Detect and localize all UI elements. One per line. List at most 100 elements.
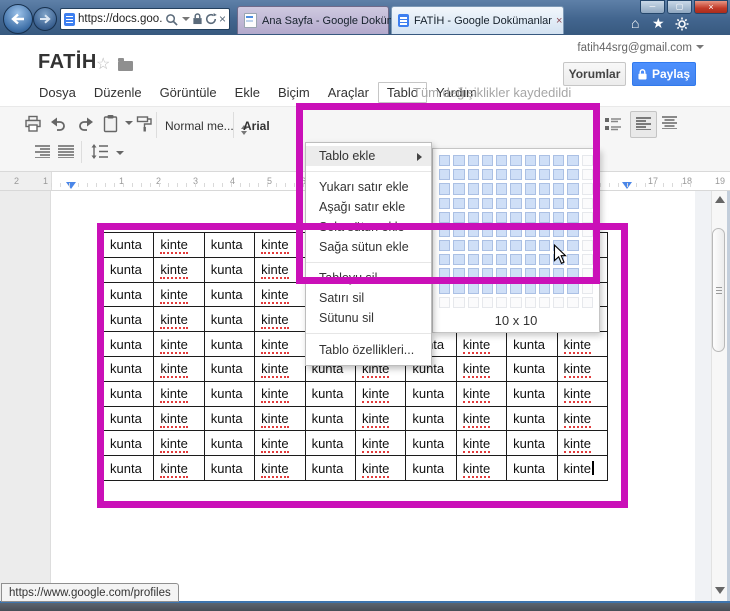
font-selector[interactable]: Arial bbox=[243, 119, 270, 133]
table-cell[interactable]: kinte bbox=[154, 233, 204, 258]
redo-icon[interactable] bbox=[76, 116, 94, 132]
table-cell[interactable]: kinte bbox=[255, 356, 305, 381]
table-cell[interactable]: kinte bbox=[154, 356, 204, 381]
table-cell[interactable]: kunta bbox=[406, 381, 456, 406]
grid-cell[interactable] bbox=[525, 155, 536, 166]
table-cell[interactable]: kinte bbox=[456, 381, 506, 406]
grid-cell[interactable] bbox=[482, 169, 493, 180]
grid-cell[interactable] bbox=[453, 268, 464, 279]
grid-cell[interactable] bbox=[567, 169, 578, 180]
grid-cell[interactable] bbox=[453, 198, 464, 209]
table-cell[interactable]: kunta bbox=[204, 257, 254, 282]
grid-cell[interactable] bbox=[553, 283, 564, 294]
align-center-icon[interactable] bbox=[662, 116, 677, 129]
grid-cell[interactable] bbox=[525, 226, 536, 237]
grid-cell[interactable] bbox=[582, 240, 593, 251]
grid-cell[interactable] bbox=[468, 183, 479, 194]
table-cell[interactable]: kinte bbox=[355, 431, 405, 456]
grid-cell[interactable] bbox=[539, 297, 550, 308]
table-cell[interactable]: kunta bbox=[305, 406, 355, 431]
table-cell[interactable]: kunta bbox=[507, 431, 557, 456]
list-icon[interactable] bbox=[604, 117, 622, 131]
scrollbar-thumb[interactable] bbox=[712, 228, 725, 352]
grid-cell[interactable] bbox=[525, 268, 536, 279]
table-cell[interactable]: kinte bbox=[255, 233, 305, 258]
table-cell[interactable]: kinte bbox=[557, 431, 607, 456]
grid-cell[interactable] bbox=[553, 297, 564, 308]
grid-cell[interactable] bbox=[582, 297, 593, 308]
table-cell[interactable]: kinte bbox=[456, 431, 506, 456]
grid-cell[interactable] bbox=[496, 169, 507, 180]
grid-cell[interactable] bbox=[482, 183, 493, 194]
grid-cell[interactable] bbox=[482, 254, 493, 265]
table-cell[interactable]: kunta bbox=[204, 282, 254, 307]
menu-görüntüle[interactable]: Görüntüle bbox=[151, 82, 226, 103]
table-cell[interactable]: kunta bbox=[104, 282, 154, 307]
grid-cell[interactable] bbox=[553, 212, 564, 223]
grid-cell[interactable] bbox=[525, 297, 536, 308]
grid-cell[interactable] bbox=[567, 212, 578, 223]
grid-cell[interactable] bbox=[510, 283, 521, 294]
grid-cell[interactable] bbox=[553, 226, 564, 237]
table-cell[interactable]: kinte bbox=[154, 431, 204, 456]
grid-cell[interactable] bbox=[567, 254, 578, 265]
grid-cell[interactable] bbox=[510, 226, 521, 237]
paste-dropdown-icon[interactable] bbox=[125, 121, 133, 125]
table-cell[interactable]: kunta bbox=[104, 332, 154, 357]
table-cell[interactable]: kinte bbox=[557, 406, 607, 431]
table-menu-item[interactable]: Sola sütun ekle bbox=[306, 217, 431, 237]
stop-icon[interactable]: × bbox=[219, 12, 226, 26]
table-cell[interactable]: kinte bbox=[557, 332, 607, 357]
tab-ana-sayfa[interactable]: Ana Sayfa - Google Dokümanlar bbox=[237, 6, 389, 34]
grid-cell[interactable] bbox=[539, 183, 550, 194]
window-minimize-button[interactable]: ─ bbox=[640, 0, 665, 14]
table-menu-item[interactable]: Tabloyu sil bbox=[306, 268, 431, 288]
table-cell[interactable]: kinte bbox=[154, 307, 204, 332]
table-cell[interactable]: kunta bbox=[204, 233, 254, 258]
grid-cell[interactable] bbox=[439, 155, 450, 166]
table-cell[interactable]: kunta bbox=[204, 356, 254, 381]
grid-cell[interactable] bbox=[539, 283, 550, 294]
grid-cell[interactable] bbox=[468, 268, 479, 279]
grid-cell[interactable] bbox=[582, 198, 593, 209]
menu-düzenle[interactable]: Düzenle bbox=[85, 82, 151, 103]
grid-cell[interactable] bbox=[582, 212, 593, 223]
grid-cell[interactable] bbox=[439, 198, 450, 209]
grid-cell[interactable] bbox=[582, 155, 593, 166]
table-cell[interactable]: kinte bbox=[355, 406, 405, 431]
grid-cell[interactable] bbox=[510, 155, 521, 166]
table-menu-item[interactable]: Satırı sil bbox=[306, 288, 431, 308]
grid-cell[interactable] bbox=[468, 198, 479, 209]
table-cell[interactable]: kinte bbox=[255, 406, 305, 431]
grid-cell[interactable] bbox=[525, 254, 536, 265]
grid-cell[interactable] bbox=[496, 226, 507, 237]
table-cell[interactable]: kunta bbox=[104, 431, 154, 456]
grid-cell[interactable] bbox=[539, 240, 550, 251]
window-maximize-button[interactable]: ▢ bbox=[667, 0, 692, 14]
grid-cell[interactable] bbox=[453, 240, 464, 251]
table-cell[interactable]: kunta bbox=[104, 257, 154, 282]
table-cell[interactable]: kinte bbox=[355, 381, 405, 406]
grid-cell[interactable] bbox=[510, 212, 521, 223]
undo-icon[interactable] bbox=[50, 116, 68, 132]
grid-cell[interactable] bbox=[453, 254, 464, 265]
table-cell[interactable]: kunta bbox=[507, 356, 557, 381]
menu-ekle[interactable]: Ekle bbox=[226, 82, 269, 103]
grid-cell[interactable] bbox=[525, 283, 536, 294]
print-icon[interactable] bbox=[24, 115, 42, 133]
table-cell[interactable]: kunta bbox=[104, 356, 154, 381]
menu-araçlar[interactable]: Araçlar bbox=[319, 82, 378, 103]
comments-button[interactable]: Yorumlar bbox=[563, 62, 626, 86]
grid-cell[interactable] bbox=[439, 283, 450, 294]
grid-cell[interactable] bbox=[482, 226, 493, 237]
paste-icon[interactable] bbox=[103, 114, 118, 133]
tab-close-icon[interactable]: × bbox=[552, 15, 562, 27]
table-cell[interactable]: kinte bbox=[557, 456, 607, 481]
grid-cell[interactable] bbox=[468, 240, 479, 251]
table-menu-item[interactable]: Sağa sütun ekle bbox=[306, 237, 431, 257]
table-cell[interactable]: kunta bbox=[507, 381, 557, 406]
table-cell[interactable]: kunta bbox=[406, 431, 456, 456]
grid-cell[interactable] bbox=[453, 155, 464, 166]
table-cell[interactable]: kinte bbox=[456, 356, 506, 381]
table-cell[interactable]: kunta bbox=[305, 456, 355, 481]
